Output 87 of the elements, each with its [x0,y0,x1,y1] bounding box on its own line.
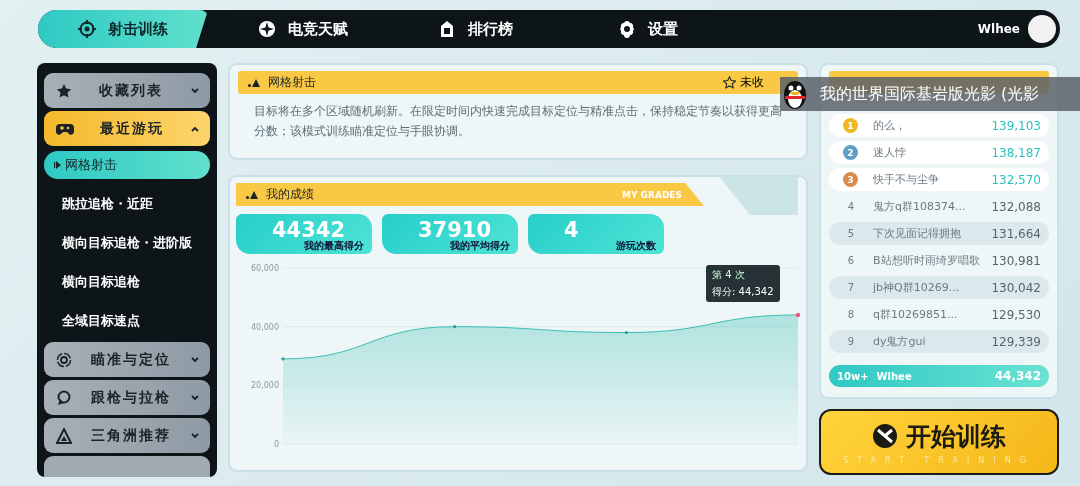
crosshair-icon [78,20,96,38]
player-score: 130,042 [991,280,1041,295]
mountain-icon [248,78,260,87]
player-name: dy鬼方gui [873,334,927,349]
settings-icon [618,20,636,38]
rank-number: 4 [846,201,856,212]
grades-title: 我的成绩 [266,186,314,203]
user-name: Wlhee [977,22,1020,36]
stat-label: 我的平均得分 [450,239,510,253]
favorite-button[interactable]: 未收 [723,74,764,91]
player-name: 下次见面记得拥抱 [873,226,962,241]
sidebar-group[interactable]: 三角洲推荐 [44,418,210,453]
player-score: 131,664 [991,226,1041,241]
rank-medal: 2 [843,145,858,160]
star-icon [723,76,736,89]
chevron-icon [190,431,200,440]
rank-number: 6 [846,255,856,266]
player-score: 130,981 [991,253,1041,268]
y-axis-label: 0 [273,440,279,449]
mountain-icon [246,190,258,199]
player-name: Wlhee [876,370,913,382]
stat-value: 4 [564,218,579,242]
nav-tab[interactable]: 电竞天赋 [218,10,398,48]
sidebar-item[interactable]: 横向目标追枪 [44,264,210,300]
rank-medal: 1 [843,118,858,133]
chevron-icon [190,355,200,364]
gamepad-icon [56,121,74,136]
data-point [281,357,285,361]
compass-icon [258,20,276,38]
nav-tab[interactable]: 设置 [578,10,758,48]
star-icon [56,82,72,99]
triangle-icon [56,427,72,444]
start-subtitle: START TRAINING [843,455,1035,465]
player-name: 迷人悖 [873,145,907,160]
player-score: 139,103 [991,118,1041,133]
player-name: B站想听时雨绮罗唱歌 [873,253,981,268]
y-axis-label: 40,000 [251,322,279,332]
sidebar-item[interactable]: 横向目标追枪・进阶版 [44,225,210,261]
data-point [624,330,628,335]
mode-description: 目标将在多个区域随机刷新。在限定时间内快速完成目标定位与精准点击，保持稳定节奏以获得更高分数；该模式训练瞄准定位与手眼协调。 [254,103,782,140]
player-score: 129,339 [991,334,1041,349]
rank-medal: 3 [843,172,858,187]
player-name: 快手不与尘争 [873,172,940,187]
rank-number: 8 [846,309,856,320]
start-label: 开始训练 [906,420,1006,453]
player-score: 132,570 [991,172,1041,187]
notification-text: 我的世界国际基岩版光影 (光影 [820,83,1040,105]
tooltip-title: 第 4 次 [712,267,746,282]
rank-number: 7 [846,282,856,293]
player-score: 138,187 [991,145,1041,160]
data-point [795,312,801,318]
sidebar-group[interactable]: 最近游玩 [44,111,210,146]
player-score: 132,088 [991,199,1041,214]
tooltip-value: 得分: 44,342 [712,284,774,299]
rank-number: 10w+ [837,370,869,382]
stat-label: 我的最高得分 [304,239,364,253]
sidebar-group[interactable]: 跟枪与拉枪 [44,380,210,415]
nav-tab[interactable]: 排行榜 [398,10,578,48]
sidebar-group[interactable]: 收藏列表 [44,73,210,108]
nav-tab[interactable]: 射击训练 [38,10,208,48]
sidebar-item[interactable]: 跳拉追枪・近距 [44,186,210,222]
sidebar-item[interactable]: 全域目标速点 [44,303,210,339]
start-training-button[interactable]: 开始训练 START TRAINING [819,409,1059,475]
player-score: 44,342 [994,369,1041,383]
stat-label: 游玩次数 [616,239,656,253]
sidebar-item[interactable]: 网格射击 [44,151,210,179]
notification-banner[interactable]: 我的世界国际基岩版光影 (光影 [780,77,1080,111]
chevron-icon [190,393,200,402]
logo-icon [872,423,898,449]
chevron-icon [190,124,200,133]
player-score: 129,530 [991,307,1041,322]
target-icon [56,351,72,368]
chevron-icon [190,86,200,95]
avatar[interactable] [1028,15,1056,43]
grades-subtitle: MY GRADES [622,189,682,200]
data-point [453,325,457,329]
player-name: jb神Q群10269... [873,280,961,295]
rank-number: 9 [846,336,856,347]
y-axis-label: 20,000 [251,381,279,391]
rank-number: 5 [846,228,856,239]
sidebar-group[interactable]: 瞄准与定位 [44,342,210,377]
player-name: 的么， [873,118,907,133]
mode-title: 网格射击 [268,74,316,91]
y-axis-label: 60,000 [251,264,279,273]
play-icon [54,161,61,169]
player-name: 鬼方q群108374... [873,199,967,214]
player-name: q群10269851... [873,307,959,322]
